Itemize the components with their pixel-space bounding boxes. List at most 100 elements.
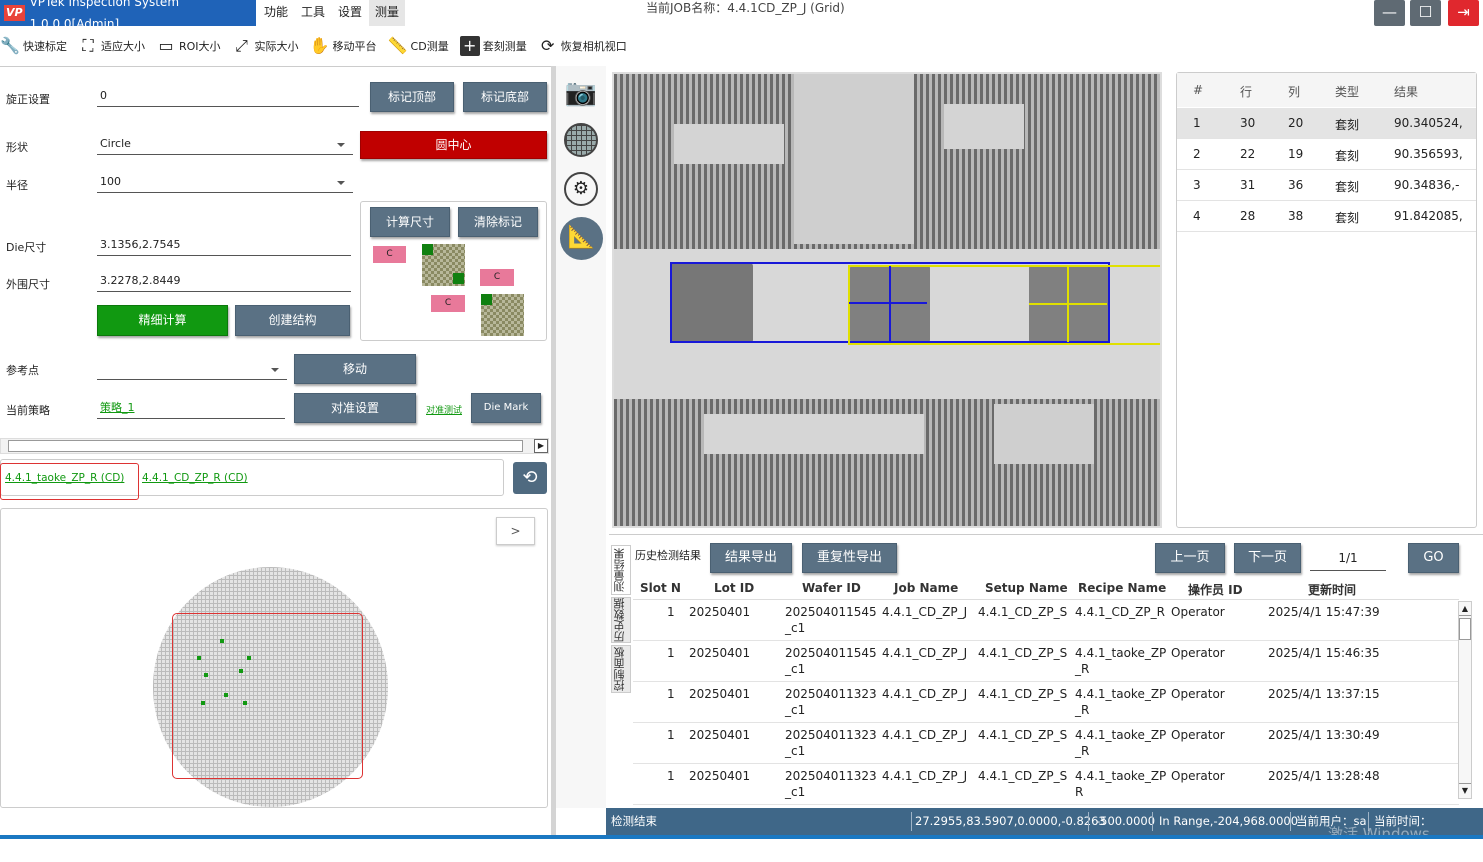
clear-mark-button[interactable]: 清除标记 (458, 207, 538, 237)
die-point[interactable] (197, 656, 201, 660)
ref-point-label: 参考点 (6, 364, 39, 377)
scrollbar-track[interactable] (8, 440, 523, 452)
history-col-wafer-id[interactable]: Wafer ID (802, 581, 861, 595)
die-point[interactable] (247, 656, 251, 660)
history-col-lot-id[interactable]: Lot ID (714, 581, 754, 595)
tab-measure-result[interactable]: 测量结果 (611, 545, 631, 595)
menu-measure[interactable]: 测量 (369, 0, 406, 26)
history-title: 历史检测结果 (635, 549, 701, 562)
radius-dropdown[interactable]: 100 (97, 173, 353, 193)
reload-recipe-button[interactable]: ⟲ (513, 462, 547, 494)
recipe-link-taoke[interactable]: 4.4.1_taoke_ZP_R (CD) (5, 472, 124, 484)
page-input[interactable]: 1/1 (1310, 551, 1386, 571)
history-col-update-time[interactable]: 更新时间 (1308, 581, 1356, 598)
history-col-recipe-name[interactable]: Recipe Name (1078, 581, 1166, 595)
maximize-button[interactable]: ☐ (1410, 0, 1441, 26)
history-cell-slot: 1 (667, 728, 675, 742)
die-point[interactable] (204, 673, 208, 677)
repeat-export-button[interactable]: 重复性导出 (802, 543, 897, 573)
die-size-field[interactable]: 3.1356,2.7545 (97, 236, 351, 256)
results-cell-result: 91.842085, (1394, 209, 1463, 223)
vertical-scrollbar[interactable]: ▲ ▼ (1458, 601, 1472, 799)
shape-dropdown[interactable]: Circle (97, 135, 353, 155)
align-setting-button[interactable]: 对准设置 (294, 393, 416, 423)
history-cell-update-time: 2025/4/1 13:28:48 (1268, 769, 1380, 783)
table-row[interactable]: 1 20250401 202504011545 _c1 4.4.1_CD_ZP_J 4.… (633, 641, 1459, 682)
history-col-slot[interactable]: Slot N (640, 581, 681, 595)
camera-button[interactable]: 📷 (562, 74, 600, 112)
history-cell-setup-name: 4.4.1_CD_ZP_S (978, 605, 1068, 619)
camera-view[interactable] (612, 72, 1162, 528)
menu-function[interactable]: 功能 (258, 0, 294, 26)
history-col-operator-id[interactable]: 操作员 ID (1188, 581, 1243, 598)
arrow-down-icon[interactable]: ▼ (1459, 783, 1471, 798)
history-cell-slot: 1 (667, 769, 675, 783)
mark-bottom-button[interactable]: 标记底部 (463, 82, 547, 112)
prev-page-button[interactable]: 上一页 (1155, 543, 1225, 573)
history-col-job-name[interactable]: Job Name (894, 581, 958, 595)
scroll-right-button[interactable]: ▶ (534, 439, 548, 453)
calc-size-button[interactable]: 计算尺寸 (370, 207, 450, 237)
fit-size-button[interactable]: ⛶ 适应大小 (78, 36, 145, 56)
cd-measure-button[interactable]: 📏 CD测量 (388, 36, 449, 56)
minimize-icon: — (1382, 3, 1397, 21)
history-cell-lot-id: 20250401 (689, 769, 751, 783)
fine-calc-button[interactable]: 精细计算 (97, 305, 228, 336)
align-test-link[interactable]: 对准测试 (426, 403, 462, 416)
pattern-gap (704, 414, 924, 454)
actual-size-button[interactable]: ⤢ 实际大小 (232, 36, 298, 56)
mark-top-button[interactable]: 标记顶部 (370, 82, 454, 112)
quick-calibrate-button[interactable]: 🔧 快速标定 (0, 36, 67, 56)
table-row[interactable]: 1 20250401 202504011323 _c1 4.4.1_CD_ZP_J 4.… (633, 764, 1459, 805)
wafer-settings-button[interactable]: ⚙ (564, 172, 598, 206)
close-button[interactable]: ⇥ (1448, 0, 1479, 26)
refresh-camera-icon: ⟳ (541, 36, 555, 55)
die-point[interactable] (224, 693, 228, 697)
menu-tools[interactable]: 工具 (295, 0, 331, 26)
history-col-setup-name[interactable]: Setup Name (985, 581, 1068, 595)
app-logo: VP (4, 5, 25, 21)
yellow-roi-box[interactable] (848, 265, 1160, 345)
measure-tool-button[interactable]: 📐 (560, 217, 603, 260)
expand-button[interactable]: > (496, 517, 535, 545)
roi-size-button[interactable]: ▭ ROI大小 (156, 36, 220, 56)
export-results-button[interactable]: 结果导出 (710, 543, 792, 573)
history-cell-lot-id: 20250401 (689, 728, 751, 742)
table-row[interactable]: 3 31 36 套刻 90.34836,- (1177, 170, 1476, 201)
die-mark-button[interactable]: Die Mark (471, 393, 541, 423)
recipe-link-cd[interactable]: 4.4.1_CD_ZP_R (CD) (142, 472, 248, 484)
menu-settings[interactable]: 设置 (332, 0, 368, 26)
history-cell-wafer-id: 202504011545 _c1 (785, 646, 877, 676)
results-cell-type: 套刻 (1335, 149, 1360, 163)
table-row[interactable]: 1 20250401 202504011545 _c1 4.4.1_CD_ZP_J 4.… (633, 600, 1459, 641)
die-point[interactable] (201, 701, 205, 705)
table-row[interactable]: 1 20250401 202504011323 _c1 4.4.1_CD_ZP_J 4.… (633, 723, 1459, 764)
die-point[interactable] (239, 669, 243, 673)
die-point[interactable] (220, 639, 224, 643)
die-point[interactable] (243, 701, 247, 705)
outer-size-field[interactable]: 3.2278,2.8449 (97, 272, 351, 292)
exit-icon: ⇥ (1457, 3, 1470, 21)
marker (422, 244, 433, 255)
move-button[interactable]: 移动 (294, 354, 416, 384)
go-button[interactable]: GO (1408, 543, 1459, 573)
wafer-grid-button[interactable] (564, 123, 598, 157)
create-structure-button[interactable]: 创建结构 (235, 305, 350, 336)
scrollbar-thumb[interactable] (1459, 618, 1471, 640)
restore-camera-button[interactable]: ⟳ 恢复相机视口 (538, 36, 627, 56)
next-page-button[interactable]: 下一页 (1234, 543, 1301, 573)
table-row[interactable]: 2 22 19 套刻 90.356593, (1177, 139, 1476, 170)
overlay-measure-button[interactable]: + 套刻测量 (459, 36, 527, 56)
table-row[interactable]: 1 20250401 202504011323 _c1 4.4.1_CD_ZP_J 4.… (633, 682, 1459, 723)
circle-center-button[interactable]: 圆中心 (360, 131, 547, 159)
strategy-link[interactable]: 策略_1 (97, 399, 285, 419)
arrow-up-icon[interactable]: ▲ (1459, 602, 1471, 616)
move-stage-button[interactable]: ✋ 移动平台 (310, 36, 377, 56)
ref-point-dropdown[interactable] (97, 360, 287, 380)
table-row[interactable]: 4 28 38 套刻 91.842085, (1177, 201, 1476, 232)
minimize-button[interactable]: — (1374, 0, 1405, 26)
table-row[interactable]: 1 30 20 套刻 90.340524, (1177, 108, 1476, 139)
tab-history-data[interactable]: 历史数据 (611, 597, 631, 643)
tab-control-panel[interactable]: 控制面板 (611, 645, 631, 693)
rotation-field[interactable]: 0 (97, 87, 359, 107)
